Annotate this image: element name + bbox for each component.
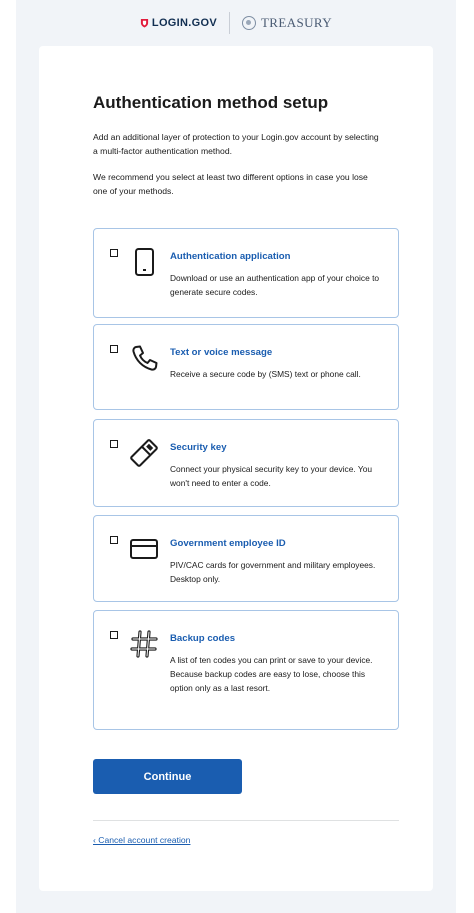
option-title: Authentication application bbox=[170, 251, 291, 262]
login-gov-logo-text: LOGIN.GOV bbox=[151, 17, 217, 29]
id-card-icon bbox=[130, 539, 158, 559]
site-header: LOGIN.GOV TREASURY bbox=[16, 0, 456, 46]
phone-call-icon bbox=[132, 345, 158, 371]
treasury-seal-icon bbox=[241, 16, 256, 30]
option-government-id[interactable]: Government employee ID PIV/CAC cards for… bbox=[93, 515, 399, 602]
divider bbox=[93, 820, 399, 821]
continue-button[interactable]: Continue bbox=[93, 759, 242, 794]
phone-device-icon bbox=[135, 248, 154, 276]
option-security-key[interactable]: Security key Connect your physical secur… bbox=[93, 419, 399, 507]
option-title: Government employee ID bbox=[170, 538, 286, 549]
option-checkbox[interactable] bbox=[110, 440, 118, 448]
option-title: Security key bbox=[170, 442, 227, 453]
login-gov-logo[interactable]: LOGIN.GOV bbox=[140, 17, 229, 29]
option-backup-codes[interactable]: Backup codes A list of ten codes you can… bbox=[93, 610, 399, 730]
option-description: Receive a secure code by (SMS) text or p… bbox=[170, 369, 361, 379]
partner-logo: TREASURY bbox=[230, 15, 332, 31]
security-key-icon bbox=[130, 439, 158, 467]
option-authentication-app[interactable]: Authentication application Download or u… bbox=[93, 228, 399, 318]
option-title: Text or voice message bbox=[170, 347, 273, 358]
option-description: A list of ten codes you can print or sav… bbox=[170, 655, 373, 693]
option-checkbox[interactable] bbox=[110, 536, 118, 544]
partner-logo-text: TREASURY bbox=[260, 15, 333, 30]
intro-text: Add an additional layer of protection to… bbox=[93, 132, 379, 156]
option-checkbox[interactable] bbox=[110, 249, 118, 257]
option-checkbox[interactable] bbox=[110, 631, 118, 639]
hashtag-icon bbox=[130, 630, 158, 658]
option-description: Download or use an authentication app of… bbox=[170, 273, 380, 297]
option-description: PIV/CAC cards for government and militar… bbox=[170, 560, 376, 584]
option-title: Backup codes bbox=[170, 633, 236, 644]
cancel-account-creation-link[interactable]: ‹ Cancel account creation bbox=[93, 835, 190, 845]
recommendation-text: We recommend you select at least two dif… bbox=[93, 172, 368, 196]
option-text-voice[interactable]: Text or voice message Receive a secure c… bbox=[93, 324, 399, 410]
option-checkbox[interactable] bbox=[110, 345, 118, 353]
option-description: Connect your physical security key to yo… bbox=[170, 464, 373, 488]
page-title: Authentication method setup bbox=[93, 93, 329, 112]
shield-icon bbox=[140, 18, 149, 28]
main-card: Authentication method setup Add an addit… bbox=[39, 46, 433, 891]
